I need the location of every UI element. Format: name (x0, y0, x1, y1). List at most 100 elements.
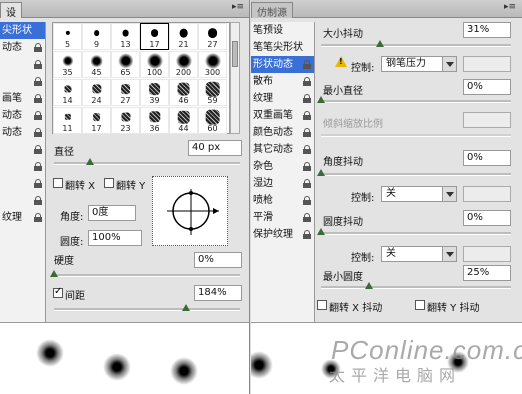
lock-icon[interactable] (34, 179, 42, 188)
size-jitter-slider-thumb[interactable] (376, 40, 384, 47)
brush-preset-grid[interactable]: 5 9 13 17 21 27 35 45 65 100 200 300 14 24 27 39 46 59 11 1… (52, 22, 230, 134)
brush-grid-scrollbar[interactable] (230, 22, 240, 134)
sidebar-item[interactable]: 动态 (0, 39, 45, 56)
lock-icon[interactable] (303, 145, 311, 154)
sidebar-item[interactable] (0, 175, 45, 192)
lock-icon[interactable] (303, 179, 311, 188)
lock-icon[interactable] (303, 196, 311, 205)
min-roundness-slider-thumb[interactable] (365, 282, 373, 289)
lock-icon[interactable] (34, 128, 42, 137)
flip-y-checkbox[interactable] (104, 178, 114, 188)
sidebar-item[interactable]: 其它动态 (251, 141, 314, 158)
sidebar-item[interactable]: 纹理 (251, 90, 314, 107)
brush-preset[interactable]: 45 (82, 51, 111, 78)
spacing-slider-thumb[interactable] (182, 304, 190, 311)
brush-preset[interactable]: 27 (198, 23, 227, 50)
brush-preset[interactable]: 17 (140, 23, 169, 50)
hardness-slider-thumb[interactable] (50, 270, 58, 277)
sidebar-item[interactable] (0, 158, 45, 175)
diameter-slider-thumb[interactable] (86, 158, 94, 165)
lock-icon[interactable] (34, 94, 42, 103)
brush-preset[interactable]: 5 (53, 23, 82, 50)
lock-icon[interactable] (34, 162, 42, 171)
sidebar-item[interactable] (0, 141, 45, 158)
brush-preset[interactable]: 9 (82, 23, 111, 50)
roundness-jitter-slider[interactable] (317, 228, 511, 235)
hardness-field[interactable]: 0% (194, 252, 242, 268)
sidebar-item[interactable]: 笔预设 (251, 22, 314, 39)
spacing-checkbox[interactable] (53, 286, 63, 298)
lock-icon[interactable] (34, 111, 42, 120)
tab-clone-source[interactable]: 仿制源 (251, 2, 293, 19)
tab-brush-presets[interactable]: 设 (0, 2, 22, 19)
brush-preset[interactable]: 60 (198, 107, 227, 134)
angle-jitter-slider-thumb[interactable] (317, 169, 325, 176)
lock-icon[interactable] (34, 77, 42, 86)
size-jitter-slider[interactable] (321, 40, 511, 47)
brush-preset[interactable]: 13 (111, 23, 140, 50)
brush-preset[interactable]: 23 (111, 107, 140, 134)
sidebar-item[interactable]: 纹理 (0, 209, 45, 226)
sidebar-item[interactable]: 平滑 (251, 209, 314, 226)
diameter-slider[interactable] (54, 158, 240, 165)
flip-y-jitter-checkbox[interactable] (415, 300, 425, 310)
sidebar-item[interactable]: 画笔 (0, 90, 45, 107)
lock-icon[interactable] (303, 111, 311, 120)
lock-icon[interactable] (34, 196, 42, 205)
brush-preset[interactable]: 35 (53, 51, 82, 78)
brush-preset[interactable]: 17 (82, 107, 111, 134)
spacing-field[interactable]: 184% (194, 285, 242, 301)
brush-preset[interactable]: 27 (111, 79, 140, 106)
brush-preset[interactable]: 36 (140, 107, 169, 134)
angle-jitter-slider[interactable] (317, 169, 511, 176)
control-select-angle[interactable]: 关 (381, 186, 457, 202)
roundness-field[interactable]: 100% (88, 230, 142, 246)
diameter-field[interactable]: 40 px (188, 140, 242, 156)
sidebar-item[interactable]: 喷枪 (251, 192, 314, 209)
sidebar-item[interactable] (0, 192, 45, 209)
brush-preset[interactable]: 14 (53, 79, 82, 106)
lock-icon[interactable] (303, 60, 311, 69)
brush-preset[interactable]: 24 (82, 79, 111, 106)
lock-icon[interactable] (303, 230, 311, 239)
scroll-thumb[interactable] (232, 41, 238, 67)
panel-menu-icon[interactable]: ▸≡ (504, 2, 516, 12)
brush-preset[interactable]: 300 (198, 51, 227, 78)
sidebar-item[interactable] (0, 73, 45, 90)
sidebar-item[interactable]: 形状动态 (251, 56, 314, 73)
flip-x-checkbox[interactable] (53, 178, 63, 188)
brush-preset[interactable]: 11 (53, 107, 82, 134)
brush-preset[interactable]: 46 (169, 79, 198, 106)
angle-jitter-field[interactable]: 0% (463, 150, 511, 166)
sidebar-item[interactable]: 杂色 (251, 158, 314, 175)
lock-icon[interactable] (303, 213, 311, 222)
lock-icon[interactable] (34, 60, 42, 69)
brush-preset[interactable]: 39 (140, 79, 169, 106)
brush-preset[interactable]: 44 (169, 107, 198, 134)
min-diameter-slider[interactable] (317, 96, 511, 103)
brush-preset[interactable]: 200 (169, 51, 198, 78)
brush-preset[interactable]: 100 (140, 51, 169, 78)
sidebar-item[interactable]: 笔笔尖形状 (251, 39, 314, 56)
sidebar-item[interactable]: 保护纹理 (251, 226, 314, 243)
flip-x-jitter-checkbox[interactable] (317, 300, 327, 310)
sidebar-item[interactable]: 尖形状 (0, 22, 45, 39)
roundness-jitter-slider-thumb[interactable] (317, 228, 325, 235)
sidebar-item[interactable] (0, 56, 45, 73)
spacing-slider[interactable] (54, 304, 240, 311)
lock-icon[interactable] (303, 128, 311, 137)
angle-roundness-widget[interactable] (152, 176, 228, 246)
sidebar-item[interactable]: 双重画笔 (251, 107, 314, 124)
sidebar-item[interactable]: 动态 (0, 124, 45, 141)
brush-preset[interactable]: 65 (111, 51, 140, 78)
hardness-slider[interactable] (50, 270, 240, 277)
angle-field[interactable]: 0度 (88, 205, 136, 221)
sidebar-item[interactable]: 湿边 (251, 175, 314, 192)
brush-preset[interactable]: 59 (198, 79, 227, 106)
min-roundness-slider[interactable] (321, 282, 511, 289)
min-diameter-slider-thumb[interactable] (317, 96, 325, 103)
sidebar-item[interactable]: 颜色动态 (251, 124, 314, 141)
min-roundness-field[interactable]: 25% (463, 265, 511, 281)
sidebar-item[interactable]: 动态 (0, 107, 45, 124)
min-diameter-field[interactable]: 0% (463, 79, 511, 95)
